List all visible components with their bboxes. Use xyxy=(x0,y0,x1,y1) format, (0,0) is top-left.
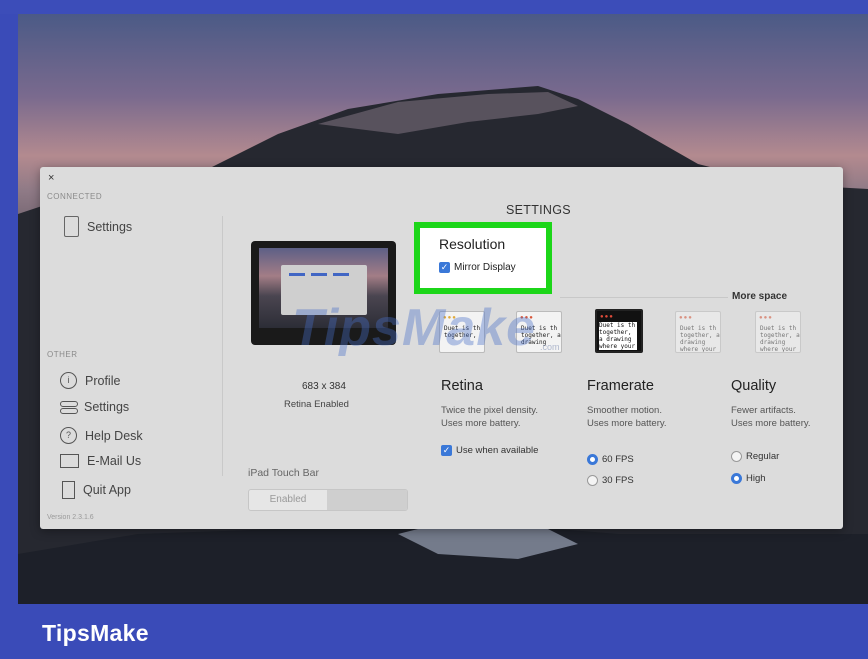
quality-regular-radio[interactable]: Regular xyxy=(731,451,779,462)
quality-high-label: High xyxy=(746,473,766,484)
resolution-sub: Retina Enabled xyxy=(284,399,349,410)
window-dots-icon: ●●● xyxy=(600,314,614,320)
touchbar-label: iPad Touch Bar xyxy=(248,467,320,479)
device-icon xyxy=(64,216,79,237)
thumb-text: Duet is th together, a drawing where you… xyxy=(680,325,720,353)
page-title: SETTINGS xyxy=(506,203,571,217)
retina-desc-line: Twice the pixel density. xyxy=(441,405,538,416)
thumb-text: Duet is th together, a drawing where you… xyxy=(599,322,637,350)
retina-checkbox-label: Use when available xyxy=(456,445,539,456)
help-icon: ? xyxy=(60,427,77,444)
quality-desc-line: Uses more battery. xyxy=(731,418,811,429)
radio-unselected-icon xyxy=(587,475,598,486)
sidebar-item-label: Profile xyxy=(85,373,121,388)
preview-bar xyxy=(333,273,349,276)
checkbox-checked-icon: ✓ xyxy=(441,445,452,456)
highlight-box xyxy=(414,222,552,294)
preview-bar xyxy=(289,273,305,276)
quit-icon xyxy=(62,481,75,499)
framerate-30-label: 30 FPS xyxy=(602,475,634,486)
preview-bar xyxy=(311,273,327,276)
framerate-60-radio[interactable]: 60 FPS xyxy=(587,454,634,465)
retina-desc: Twice the pixel density. Uses more batte… xyxy=(441,404,538,430)
resolution-value: 683 x 384 xyxy=(302,381,346,392)
framerate-desc-line: Uses more battery. xyxy=(587,418,667,429)
resolution-thumb-4[interactable]: ●●● Duet is th together, a drawing where… xyxy=(675,311,721,353)
version-label: Version 2.3.1.6 xyxy=(47,514,94,521)
other-heading: OTHER xyxy=(47,350,78,359)
framerate-30-radio[interactable]: 30 FPS xyxy=(587,475,634,486)
checkbox-checked-icon: ✓ xyxy=(439,262,450,273)
mirror-display-label: Mirror Display xyxy=(454,262,516,273)
quality-regular-label: Regular xyxy=(746,451,780,462)
sidebar-item-device-settings[interactable]: Settings xyxy=(64,216,132,237)
watermark: TipsMake xyxy=(292,299,537,357)
top-frame-bar xyxy=(0,0,868,14)
sidebar-item-settings[interactable]: Settings xyxy=(60,400,129,414)
sidebar-item-label: Help Desk xyxy=(85,428,143,443)
quality-desc: Fewer artifacts. Uses more battery. xyxy=(731,404,811,430)
resolution-thumb-5[interactable]: ●●● Duet is th together, a drawing where… xyxy=(755,311,801,353)
sidebar-item-label: Quit App xyxy=(83,483,131,497)
sidebar-item-profile[interactable]: i Profile xyxy=(60,372,120,389)
sidebar-item-quit[interactable]: Quit App xyxy=(62,481,131,499)
touchbar-enabled-segment[interactable]: Enabled xyxy=(249,490,327,510)
resolution-title: Resolution xyxy=(439,236,506,252)
resolution-slider-track[interactable] xyxy=(560,297,728,298)
resolution-thumb-3-selected[interactable]: ●●● Duet is th together, a drawing where… xyxy=(595,309,643,353)
connected-heading: CONNECTED xyxy=(47,192,103,201)
watermark-suffix: .com xyxy=(540,342,560,352)
window-dots-icon: ●●● xyxy=(759,315,773,321)
sidebar-divider xyxy=(222,216,223,476)
close-icon[interactable]: × xyxy=(48,172,54,184)
mail-icon xyxy=(60,454,79,468)
quality-title: Quality xyxy=(731,378,777,394)
more-space-label: More space xyxy=(732,291,788,302)
sidebar-item-email[interactable]: E-Mail Us xyxy=(60,454,141,468)
quality-desc-line: Fewer artifacts. xyxy=(731,405,796,416)
sidebar-item-label: Settings xyxy=(87,219,133,234)
framerate-60-label: 60 FPS xyxy=(602,454,634,465)
framerate-desc-line: Smoother motion. xyxy=(587,405,662,416)
radio-unselected-icon xyxy=(731,451,742,462)
retina-title: Retina xyxy=(441,378,483,394)
touchbar-disabled-segment[interactable] xyxy=(327,490,407,510)
touchbar-segmented-control[interactable]: Enabled xyxy=(248,489,408,511)
settings-toggle-icon xyxy=(60,401,78,414)
sidebar-item-label: E-Mail Us xyxy=(87,454,142,468)
framerate-title: Framerate xyxy=(587,378,654,394)
radio-selected-icon xyxy=(587,454,598,465)
mirror-display-checkbox[interactable]: ✓ Mirror Display xyxy=(439,262,516,273)
retina-checkbox[interactable]: ✓ Use when available xyxy=(441,445,538,456)
radio-selected-icon xyxy=(731,473,742,484)
sidebar-item-help-desk[interactable]: ? Help Desk xyxy=(60,427,143,444)
brand-logo: TipsMake xyxy=(42,620,149,646)
framerate-desc: Smoother motion. Uses more battery. xyxy=(587,404,667,430)
thumb-text: Duet is th together, a drawing where you… xyxy=(760,325,800,353)
retina-desc-line: Uses more battery. xyxy=(441,418,521,429)
window-dots-icon: ●●● xyxy=(679,315,693,321)
quality-high-radio[interactable]: High xyxy=(731,473,766,484)
profile-icon: i xyxy=(60,372,77,389)
sidebar-item-label: Settings xyxy=(84,400,130,414)
